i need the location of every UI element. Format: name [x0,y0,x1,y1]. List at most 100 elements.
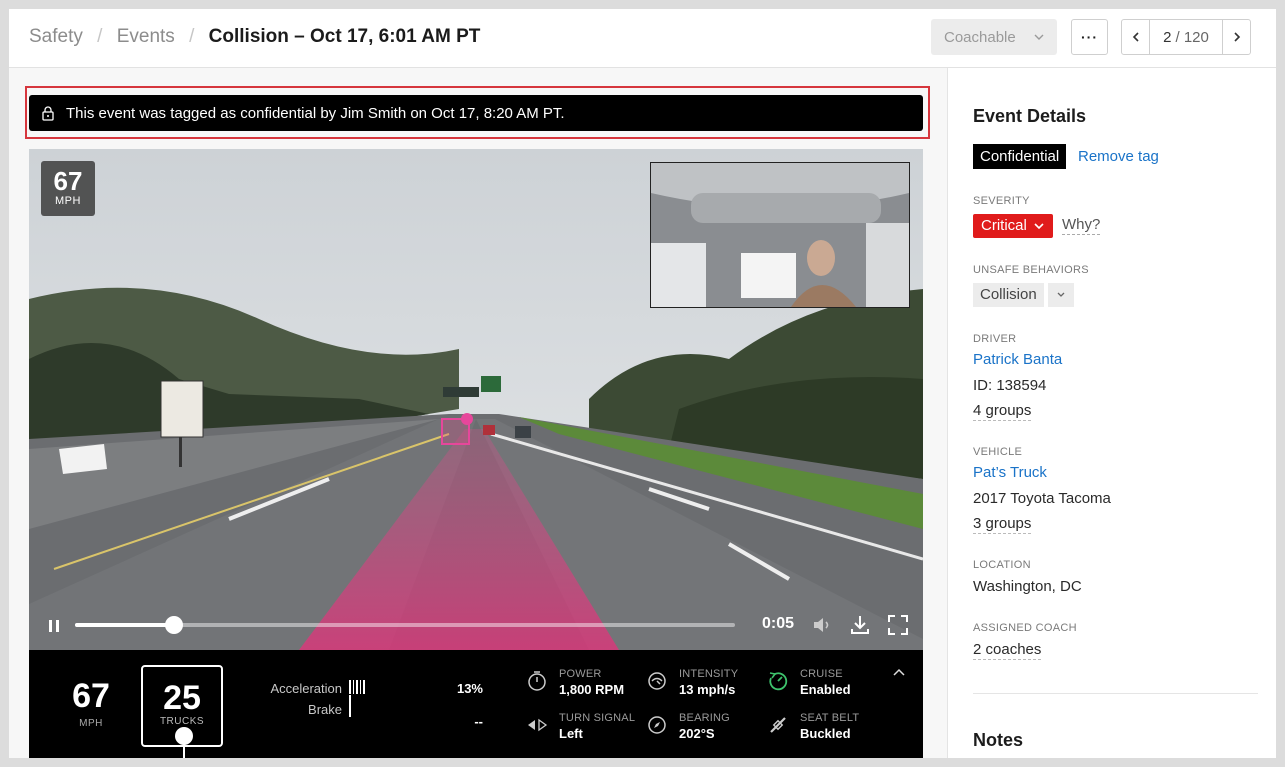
breadcrumb-separator: / [189,26,195,47]
vehicle-label: VEHICLE [973,446,1023,458]
behavior-chip: Collision [973,283,1044,307]
vehicle-groups-link[interactable]: 3 groups [973,515,1032,534]
remove-tag-link[interactable]: Remove tag [1078,148,1159,165]
seat-belt-icon [767,714,789,736]
breadcrumb-separator: / [97,26,103,47]
confidential-tag: Confidential [973,144,1067,169]
video-progress-handle[interactable] [165,616,183,634]
severity-dropdown[interactable]: Critical [973,214,1053,238]
cruise-label: CRUISE [800,668,843,680]
speed-limit-unit: TRUCKS [159,716,205,727]
coachable-dropdown[interactable]: Coachable [931,19,1057,55]
page-header: Safety / Events / Collision – Oct 17, 6:… [9,9,1276,68]
event-pager: 2 / 120 [1121,19,1251,55]
acceleration-value: 13% [456,681,483,696]
vehicle-name-link[interactable]: Pat’s Truck [973,464,1047,481]
previous-event-button[interactable] [1122,20,1150,54]
lock-icon [40,105,56,121]
stopwatch-icon [526,670,548,692]
breadcrumb-events[interactable]: Events [117,26,175,47]
telemetry-panel: 67 MPH 25 TRUCKS Acceleration Brake 13% … [29,650,923,758]
section-divider [973,693,1258,694]
event-details-panel: Event Details Confidential Remove tag SE… [948,68,1276,758]
breadcrumb: Safety / Events / Collision – Oct 17, 6:… [29,26,480,48]
chevron-down-icon [1033,220,1045,232]
turn-signal-icon [526,714,548,736]
app-frame: Safety / Events / Collision – Oct 17, 6:… [9,9,1276,758]
severity-value: Critical [981,217,1027,234]
pause-button[interactable] [45,617,63,635]
severity-why-link[interactable]: Why? [1062,216,1101,235]
speed-overlay-value: 67 [53,166,83,196]
assigned-coach-link[interactable]: 2 coaches [973,641,1042,660]
gauge-icon [646,670,668,692]
assigned-coach-label: ASSIGNED COACH [973,622,1077,634]
chevron-right-icon [1233,32,1240,42]
seat-belt-label: SEAT BELT [800,712,860,724]
fullscreen-icon [888,615,908,635]
driver-id: ID: 138594 [973,377,1047,394]
video-controls: 0:05 [29,607,923,643]
event-details-title: Event Details [973,106,1087,126]
pager-current: 2 [1163,28,1172,46]
bearing-label: BEARING [679,712,730,724]
cruise-value: Enabled [800,682,851,697]
vehicle-speed-unit: MPH [79,718,103,729]
power-label: POWER [559,668,602,680]
video-progress-bar[interactable] [75,616,735,634]
compass-icon [646,714,668,736]
turn-signal-value: Left [559,726,583,741]
bearing-value: 202°S [679,726,715,741]
chevron-down-icon [1057,292,1065,297]
location-label: LOCATION [973,559,1031,571]
fullscreen-button[interactable] [886,613,910,637]
download-icon [851,616,869,634]
video-progress-fill [75,623,174,627]
driver-name-link[interactable]: Patrick Banta [973,351,1062,368]
intensity-label: INTENSITY [679,668,739,680]
chevron-up-icon [893,668,905,676]
chevron-down-icon [1033,30,1045,47]
vehicle-speed-value: 67 [72,677,110,715]
cabin-camera-thumbnail[interactable] [650,162,910,308]
chevron-left-icon [1132,32,1139,42]
severity-label: SEVERITY [973,195,1030,207]
volume-icon [814,618,829,632]
confidential-banner: This event was tagged as confidential by… [29,95,923,131]
driver-label: DRIVER [973,333,1017,345]
cruise-control-icon [767,670,789,692]
unsafe-behaviors-label: UNSAFE BEHAVIORS [973,264,1089,276]
notes-title: Notes [973,730,1024,750]
page-title: Collision – Oct 17, 6:01 AM PT [208,26,481,47]
brake-meter [349,695,351,717]
power-value: 1,800 RPM [559,682,625,697]
driver-groups-link[interactable]: 4 groups [973,402,1032,421]
collapse-telemetry-button[interactable] [891,667,907,679]
location-value: Washington, DC [973,578,1082,595]
coachable-label: Coachable [944,28,1016,46]
download-button[interactable] [848,613,872,637]
speed-limit-marker-line [183,743,185,758]
behavior-dropdown-button[interactable] [1048,283,1074,307]
more-options-icon: ··· [1081,29,1098,45]
brake-value: -- [474,714,483,729]
next-event-button[interactable] [1222,20,1250,54]
speed-limit-value: 25 [163,679,201,717]
vehicle-model: 2017 Toyota Tacoma [973,490,1111,507]
video-time: 0:05 [762,615,795,632]
pager-count: 2 / 120 [1150,20,1222,54]
intensity-value: 13 mph/s [679,682,736,697]
seat-belt-value: Buckled [800,726,851,741]
volume-button[interactable] [810,613,834,637]
vehicle-speed: 67 MPH [57,678,125,729]
pause-icon [49,620,59,632]
video-player[interactable]: 67 MPH 0:05 67 MPH 25 TRUCKS Acceleratio… [29,149,923,758]
turn-signal-label: TURN SIGNAL [559,712,636,724]
acceleration-meter [349,680,365,694]
acceleration-label: Acceleration [270,681,342,696]
speed-overlay: 67 MPH [41,161,95,216]
more-options-button[interactable]: ··· [1071,19,1108,55]
breadcrumb-safety[interactable]: Safety [29,26,83,47]
banner-text: This event was tagged as confidential by… [66,104,565,122]
speed-overlay-unit: MPH [55,195,81,207]
